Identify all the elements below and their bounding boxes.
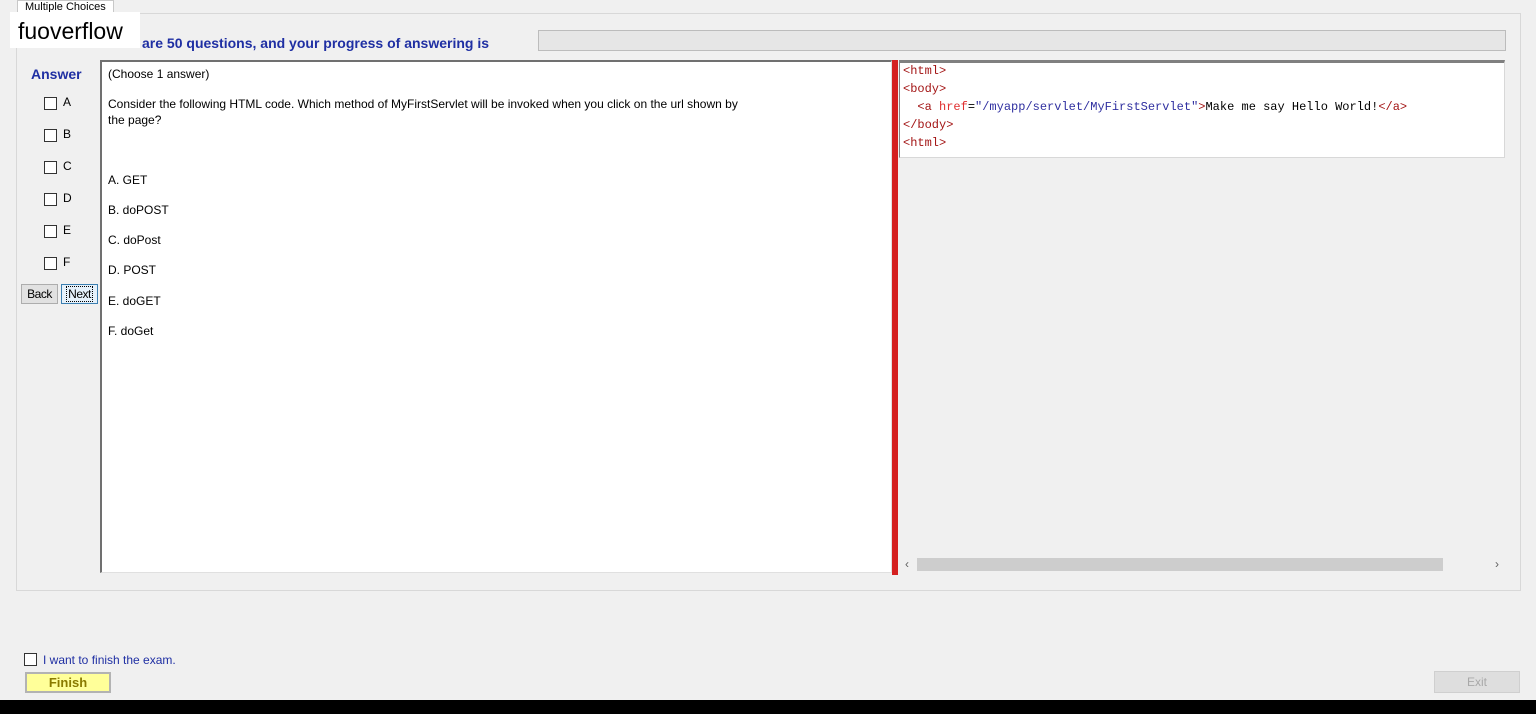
- code-attr-value: "/myapp/servlet/MyFirstServlet": [975, 100, 1199, 114]
- answer-title: Answer: [31, 66, 82, 82]
- exit-button[interactable]: Exit: [1434, 671, 1520, 693]
- code-line-4: </body>: [903, 118, 954, 132]
- choice-d: D. POST: [108, 263, 157, 277]
- finish-exam-checkbox[interactable]: [24, 652, 37, 667]
- scroll-left-icon[interactable]: ‹: [899, 556, 915, 573]
- option-letter: F: [63, 255, 71, 269]
- progress-label: There are 50 questions, and your progres…: [100, 35, 489, 51]
- finish-button[interactable]: Finish: [25, 672, 111, 693]
- code-pane: <html> <body> <a href="/myapp/servlet/My…: [899, 60, 1506, 574]
- code-equals: =: [967, 100, 976, 114]
- taskbar-strip: [0, 700, 1536, 714]
- code-anchor-open: <a: [917, 100, 940, 114]
- checkbox-finish[interactable]: [24, 653, 37, 667]
- back-button[interactable]: Back: [21, 284, 58, 304]
- checkbox-b[interactable]: [44, 129, 57, 143]
- question-instruction: (Choose 1 answer): [108, 67, 210, 81]
- pane-splitter[interactable]: [892, 60, 898, 575]
- answer-option-a[interactable]: A: [44, 95, 71, 111]
- answer-option-f[interactable]: F: [44, 255, 70, 271]
- scroll-right-icon[interactable]: ›: [1489, 556, 1505, 573]
- choice-b: B. doPOST: [108, 203, 169, 217]
- option-letter: B: [63, 127, 72, 141]
- code-line-3: <a href="/myapp/servlet/MyFirstServlet">…: [903, 100, 1407, 114]
- answer-option-c[interactable]: C: [44, 159, 72, 175]
- choice-c: C. doPost: [108, 233, 161, 247]
- code-link-text: Make me say Hello World!: [1205, 100, 1379, 114]
- option-letter: A: [63, 95, 72, 109]
- choice-a: A. GET: [108, 173, 148, 187]
- back-button-label: Back: [27, 287, 52, 301]
- horizontal-scrollbar[interactable]: ‹ ›: [899, 556, 1505, 573]
- answer-option-b[interactable]: B: [44, 127, 71, 143]
- checkbox-a[interactable]: [44, 97, 57, 111]
- next-button[interactable]: Next: [61, 284, 98, 304]
- next-button-label: Next: [66, 286, 93, 302]
- code-line-1: <html>: [903, 64, 947, 78]
- code-anchor-end: </a>: [1378, 100, 1408, 114]
- code-area[interactable]: <html> <body> <a href="/myapp/servlet/My…: [899, 60, 1505, 158]
- option-letter: D: [63, 191, 72, 205]
- option-letter: E: [63, 223, 72, 237]
- question-panel[interactable]: (Choose 1 answer) Consider the following…: [100, 60, 892, 573]
- checkbox-e[interactable]: [44, 225, 57, 239]
- code-line-5: <html>: [903, 136, 947, 150]
- checkbox-d[interactable]: [44, 193, 57, 207]
- answer-option-e[interactable]: E: [44, 223, 71, 239]
- answer-option-d[interactable]: D: [44, 191, 72, 207]
- checkbox-c[interactable]: [44, 161, 57, 175]
- choice-e: E. doGET: [108, 294, 161, 308]
- option-letter: C: [63, 159, 72, 173]
- code-line-2: <body>: [903, 82, 947, 96]
- checkbox-f[interactable]: [44, 257, 57, 271]
- finish-exam-label[interactable]: I want to finish the exam.: [43, 653, 176, 667]
- progress-bar: [538, 30, 1506, 51]
- choice-f: F. doGet: [108, 324, 154, 338]
- code-attr-href: href: [939, 100, 968, 114]
- scrollbar-thumb[interactable]: [917, 558, 1443, 571]
- question-body: Consider the following HTML code. Which …: [108, 97, 738, 127]
- watermark: fuoverflow: [10, 12, 140, 48]
